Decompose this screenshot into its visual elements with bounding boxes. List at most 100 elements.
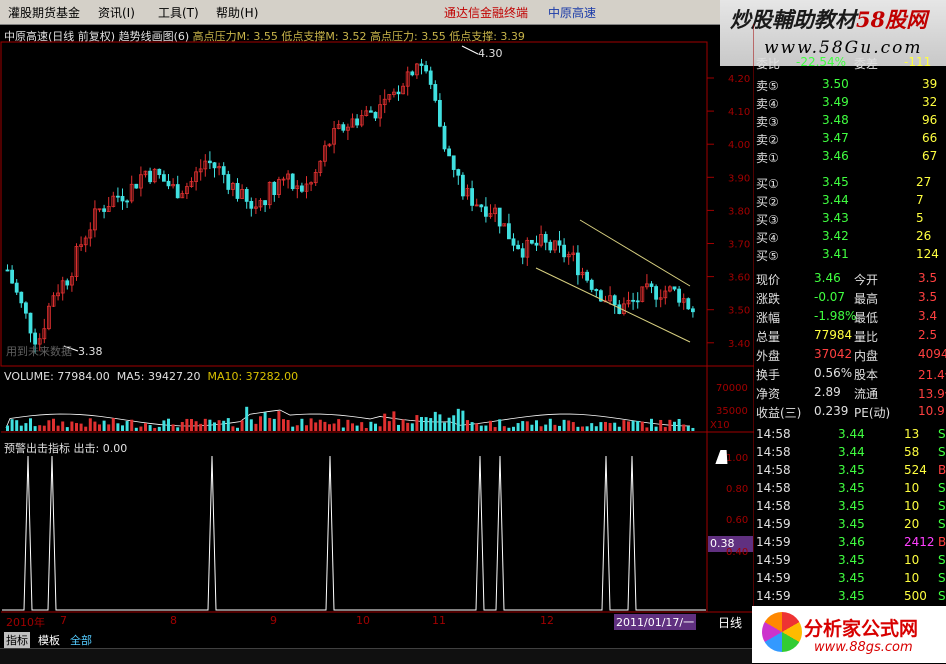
candle-body [530,239,534,244]
quote-cell: 3.5 [918,271,938,285]
volume-bar [631,420,635,431]
quote-cell: S [938,427,946,441]
volume-bar [245,406,249,431]
volume-bar [443,422,446,431]
volume-bar [332,423,336,431]
candle-body [428,70,433,85]
quote-cell: 500 [904,589,927,603]
tick-trade-row: 14:58 3.44 58 S [754,444,946,462]
volume-header: VOLUME: 77984.00 MA5: 39427.20 MA10: 372… [4,370,299,383]
daily-period-tab[interactable]: 日线 [718,614,742,631]
sell-order-row: 卖④ 3.49 32 [754,94,946,112]
quote-cell: 10 [904,553,920,567]
quote-cell: 14:58 [756,481,791,495]
volume-bar [199,423,203,431]
volume-bar [604,421,607,431]
volume-bar [341,427,345,431]
volume-bar [576,426,580,431]
quote-cell: B [938,463,946,477]
quote-cell: 2.5 [918,328,938,342]
volume-bar [125,421,129,431]
candle-body [691,308,695,313]
kline-chart[interactable]: 4.20 4.10 4.00 3.90 3.80 3.70 3.60 3.50 3.40 [0,24,754,634]
candle-body [244,189,249,202]
menu-item-funds[interactable]: 灌股期货基金 [8,4,80,21]
volume-bar [79,423,83,431]
trend-line-lower [535,267,691,343]
volume-bar [512,426,515,431]
candle-body [226,174,231,190]
volume-bar [29,418,32,431]
quote-cell: 卖④ [756,97,779,111]
volume-bar [134,427,138,431]
volume-bar [282,419,285,431]
volume-bar [56,425,60,431]
volume-bar [406,422,410,431]
volume-bar [180,421,184,431]
volume-bar [668,419,672,431]
stat-row: 收益(三) 0.239 PE(动) 10.9 [754,403,946,421]
volume-bar [617,426,621,431]
candle-body [28,312,33,334]
candle-body [221,166,226,175]
menu-item-tools[interactable]: 工具(T) [158,4,199,21]
volume-bar [654,426,658,431]
volume-bar [305,425,308,431]
volume-bar [535,420,538,431]
candle-body [290,173,295,190]
tick-trade-row: 14:59 3.45 500 S [754,588,946,606]
price-tick-label: 3.40 [728,339,750,350]
volume-bar [567,420,571,431]
candle-body [207,160,212,164]
volume-bar [369,421,373,431]
price-tick-label: 4.00 [728,140,750,151]
volume-bar [466,420,469,431]
volume-bar [521,421,525,431]
quote-cell: 股本 [854,368,879,382]
tab-template[interactable]: 模板 [36,632,62,648]
candle-body [424,65,429,72]
bottom-tabs: 指标 模板 全部 [0,632,752,648]
quote-cell: 14:59 [756,517,791,531]
candle-body [520,248,525,258]
volume-bar [392,411,396,431]
indicator-tick-06: 0.60 [726,515,749,526]
candle-body [447,148,452,157]
quote-cell: 0.56% [814,366,853,380]
quote-cell: 卖③ [756,115,779,129]
quote-cell: -0.07 [814,290,846,304]
quote-cell: 3.41 [822,247,849,261]
menu-item-info[interactable]: 资讯(I) [98,4,135,21]
quote-cell: 3.43 [822,211,849,225]
indicator-current-value: 0.38 [710,537,735,550]
tab-all[interactable]: 全部 [68,632,94,648]
candle-body [116,195,120,198]
volume-bar [544,424,548,431]
quote-cell: 净资 [756,387,781,401]
volume-bar [479,425,483,431]
stat-row: 换手 0.56%股本 21.4亿 [754,365,946,383]
volume-bar [24,423,28,431]
volume-tick-70000: 70000 [716,383,748,394]
quote-cell: 37042 [814,347,853,361]
tab-indicator[interactable]: 指标 [4,632,30,648]
x-axis-current-date: 2011/01/17/一 [614,614,697,630]
quote-cell: 66 [922,131,938,145]
quote-cell: 3.44 [838,427,865,441]
quote-cell: 10 [904,571,920,585]
volume-bar [636,420,640,431]
quote-cell: 3.45 [838,481,865,495]
candle-body [166,180,171,187]
candle-body [341,124,346,131]
status-strip [0,648,752,664]
menu-item-help[interactable]: 帮助(H) [216,4,258,21]
volume-bar [558,425,561,431]
volume-bar [148,425,152,431]
quote-cell: S [938,517,946,531]
volume-bar [19,425,23,431]
volume-bar [291,426,295,431]
volume-bar [300,418,304,431]
candle-body [249,201,254,209]
volume-bar [6,425,9,431]
volume-bar [415,415,419,431]
